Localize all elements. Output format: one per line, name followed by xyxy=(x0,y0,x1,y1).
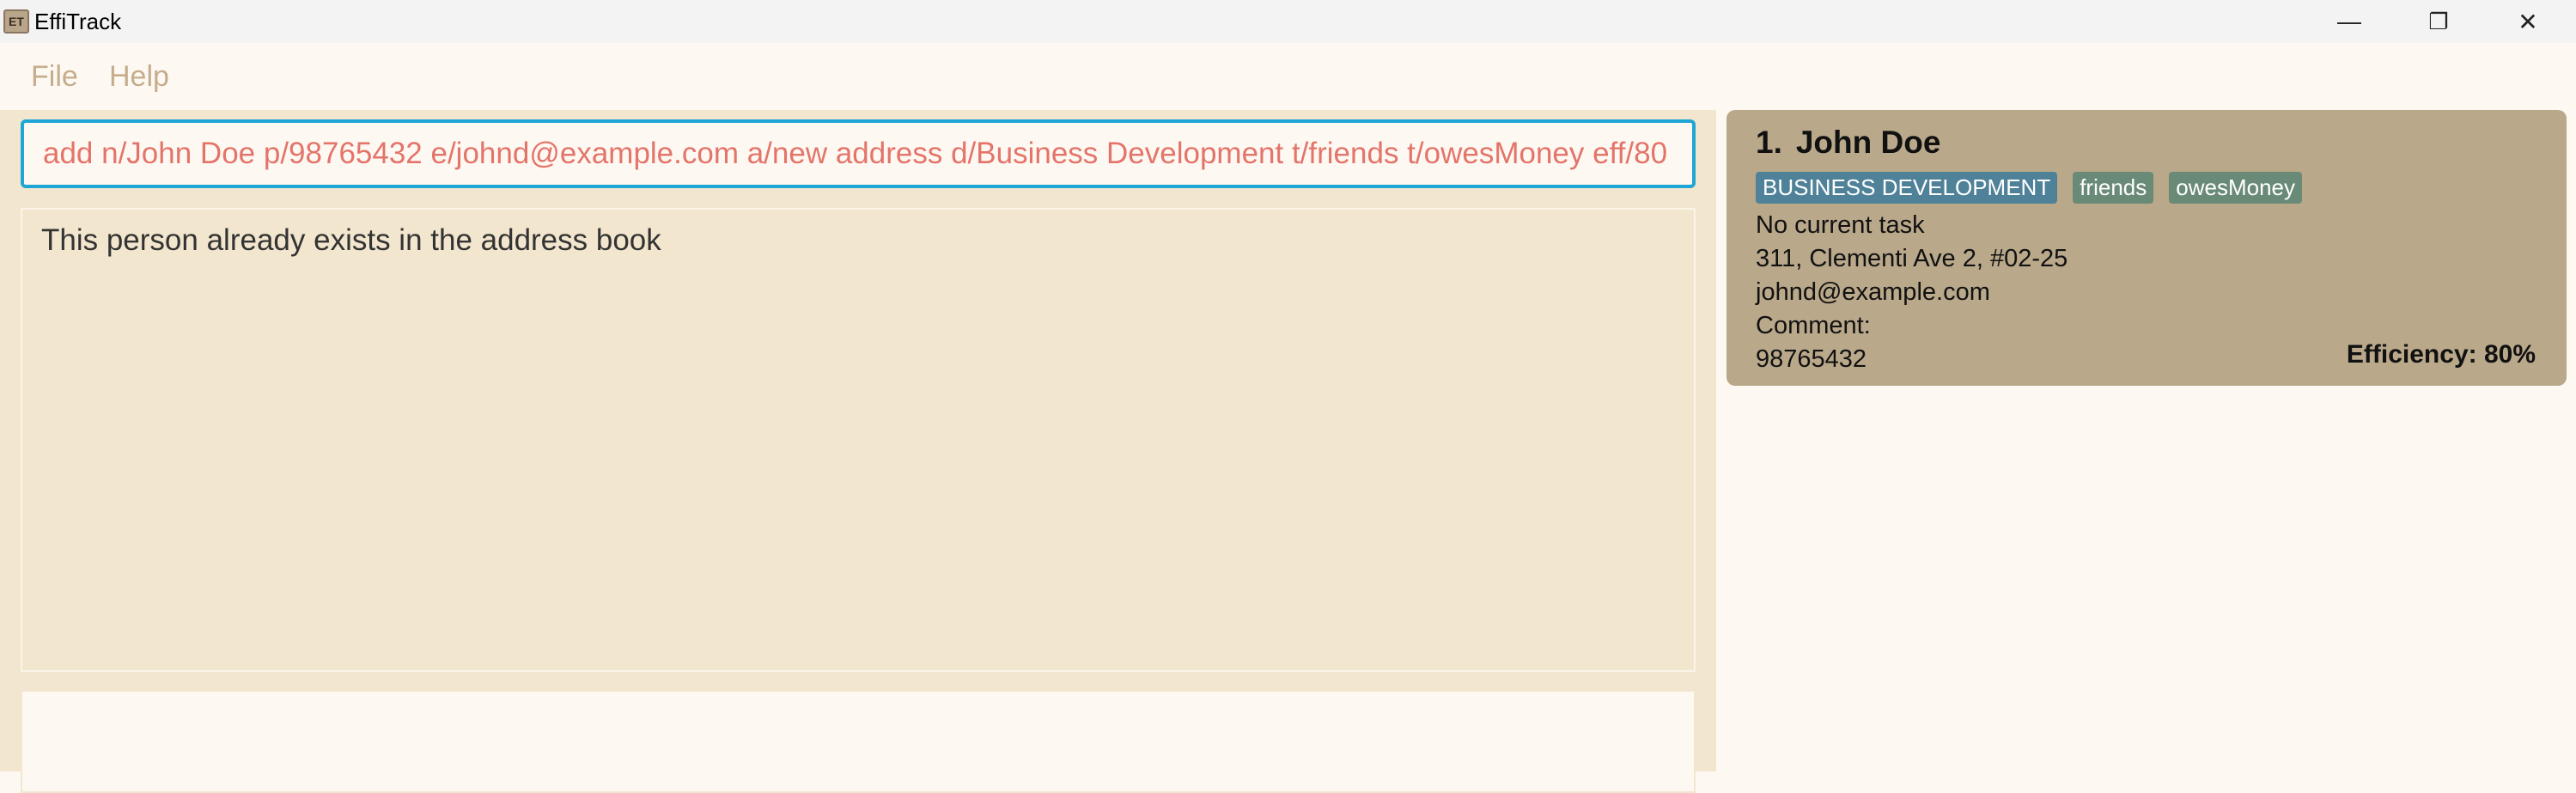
app-logo-icon: ET xyxy=(3,9,29,34)
main-pane: add n/John Doe p/98765432 e/johnd@exampl… xyxy=(0,110,1716,793)
tag-list: BUSINESS DEVELOPMENT friends owesMoney xyxy=(1756,172,2537,204)
person-task: No current task xyxy=(1756,211,1925,239)
person-name: John Doe xyxy=(1795,125,1941,160)
person-comment: Comment: xyxy=(1756,312,1871,339)
person-address: 311, Clementi Ave 2, #02-25 xyxy=(1756,245,2068,272)
menu-help[interactable]: Help xyxy=(109,60,169,94)
menu-bar: File Help xyxy=(0,43,2576,112)
menu-file[interactable]: File xyxy=(31,60,78,94)
window-title: EffiTrack xyxy=(34,9,122,34)
person-list-panel: 1. John Doe BUSINESS DEVELOPMENT friends … xyxy=(1716,110,2576,772)
person-efficiency: Efficiency: 80% xyxy=(2346,340,2536,369)
tag-owesmoney: owesMoney xyxy=(2169,172,2302,204)
person-index: 1. xyxy=(1756,125,1782,160)
person-email: johnd@example.com xyxy=(1756,278,1990,306)
department-tag: BUSINESS DEVELOPMENT xyxy=(1756,172,2058,204)
person-name-row: 1. John Doe xyxy=(1756,124,2537,162)
person-card[interactable]: 1. John Doe BUSINESS DEVELOPMENT friends … xyxy=(1726,110,2567,386)
status-panel xyxy=(21,690,1696,793)
command-input[interactable]: add n/John Doe p/98765432 e/johnd@exampl… xyxy=(21,119,1696,188)
minimize-button[interactable]: — xyxy=(2305,0,2394,43)
close-button[interactable]: ✕ xyxy=(2483,0,2573,43)
title-bar: ET EffiTrack — ❐ ✕ xyxy=(0,0,2576,43)
result-message: This person already exists in the addres… xyxy=(41,223,661,257)
tag-friends: friends xyxy=(2073,172,2154,204)
restore-button[interactable]: ❐ xyxy=(2394,0,2483,43)
result-display: This person already exists in the addres… xyxy=(21,208,1696,672)
